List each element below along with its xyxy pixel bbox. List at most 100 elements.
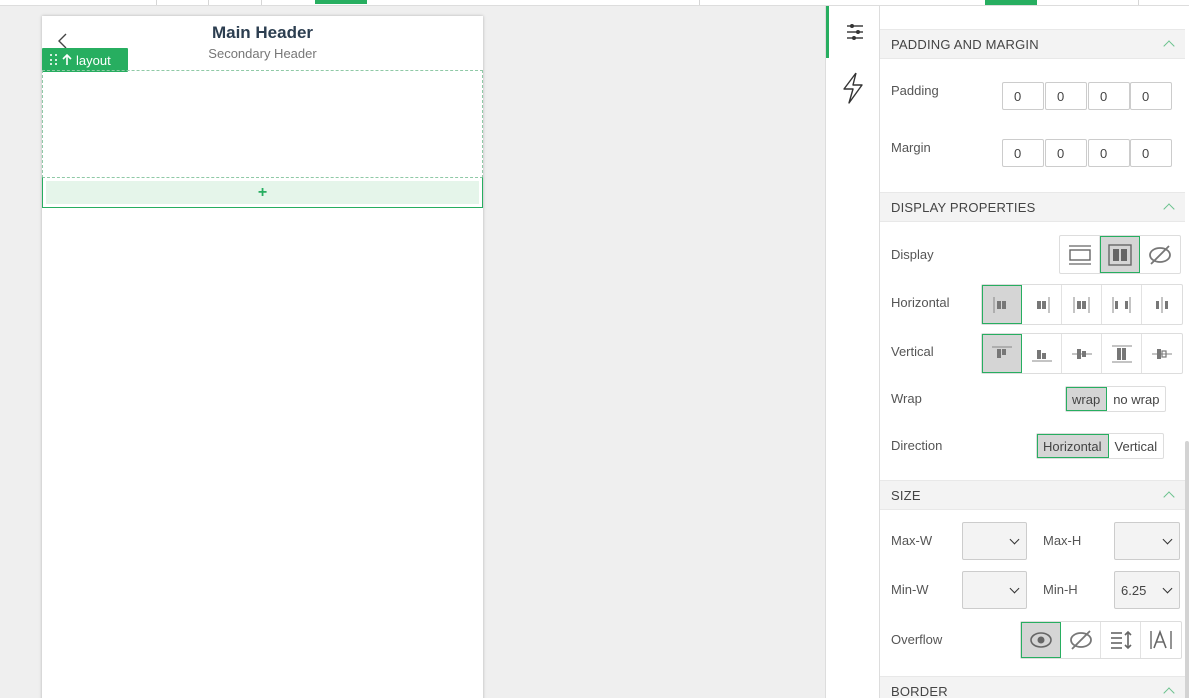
justify-between-icon (1112, 296, 1130, 313)
panel-scrollbar[interactable] (1185, 441, 1189, 698)
no-wrap-option[interactable]: no wrap (1107, 387, 1165, 411)
min-h-select[interactable]: 6.25 (1114, 571, 1180, 609)
properties-rail (825, 6, 880, 698)
direction-vertical-option[interactable]: Vertical (1109, 434, 1164, 458)
display-hidden-option[interactable] (1140, 236, 1180, 273)
layout-selection-tag[interactable]: layout (42, 48, 128, 72)
toolbar-divider (156, 0, 157, 5)
chevron-up-icon[interactable] (1163, 203, 1175, 215)
horizontal-label: Horizontal (891, 295, 950, 310)
add-element-button[interactable]: + (46, 181, 479, 204)
sliders-icon (846, 24, 863, 40)
display-block-icon (1068, 244, 1091, 265)
align-center-icon (1071, 348, 1092, 359)
align-baseline-option[interactable] (1142, 334, 1182, 373)
drag-handle-icon[interactable] (50, 54, 58, 66)
justify-between-option[interactable] (1102, 285, 1142, 324)
scroll-vertical-icon (1110, 630, 1132, 650)
justify-start-option[interactable] (982, 285, 1022, 324)
align-top-icon (991, 346, 1012, 358)
lightning-icon (843, 72, 863, 104)
display-flex-option[interactable] (1100, 236, 1140, 273)
chevron-up-icon[interactable] (1163, 491, 1175, 503)
section-title: BORDER (891, 683, 948, 698)
overflow-hidden-option[interactable] (1061, 622, 1101, 658)
justify-start-icon (993, 296, 1006, 313)
toolbar-divider (1138, 0, 1139, 5)
overflow-label: Overflow (891, 632, 943, 647)
padding-right-input[interactable]: 0 (1045, 82, 1087, 110)
display-options (1059, 235, 1181, 274)
padding-bottom-input[interactable]: 0 (1088, 82, 1130, 110)
main-header: Main Header (211, 23, 314, 42)
wrap-label: Wrap (891, 391, 922, 406)
align-bottom-icon (1031, 349, 1052, 361)
active-tab-indicator[interactable] (315, 0, 367, 4)
section-display-properties-header[interactable]: DISPLAY PROPERTIES (880, 192, 1185, 222)
vertical-align-options (981, 333, 1183, 374)
max-w-label: Max-W (891, 533, 933, 548)
app-header: Main Header Secondary Header layout (42, 16, 483, 72)
max-h-select[interactable] (1114, 522, 1180, 560)
padding-label: Padding (891, 83, 939, 98)
arrow-up-icon[interactable] (62, 54, 72, 66)
align-center-option[interactable] (1062, 334, 1102, 373)
toolbar-divider (261, 0, 262, 5)
margin-left-input[interactable]: 0 (1130, 139, 1172, 167)
wrap-options: wrap no wrap (1065, 386, 1167, 412)
margin-label: Margin (891, 140, 931, 155)
layout-tag-label: layout (76, 52, 111, 68)
properties-panel: PADDING AND MARGIN Padding 0 0 0 0 Margi… (880, 6, 1189, 698)
align-baseline-icon (1152, 348, 1172, 359)
display-flex-icon (1107, 243, 1132, 266)
section-border-header[interactable]: BORDER (880, 676, 1185, 698)
align-start-option[interactable] (982, 334, 1022, 373)
margin-bottom-input[interactable]: 0 (1088, 139, 1130, 167)
display-block-option[interactable] (1060, 236, 1100, 273)
rail-tab-actions[interactable] (826, 62, 880, 114)
min-w-select[interactable] (962, 571, 1027, 609)
padding-top-input[interactable]: 0 (1002, 82, 1044, 110)
overflow-auto-option[interactable] (1141, 622, 1181, 658)
overflow-options (1020, 621, 1182, 659)
eye-slash-icon (1069, 630, 1092, 650)
margin-right-input[interactable]: 0 (1045, 139, 1087, 167)
eye-icon (1029, 632, 1052, 648)
section-title: PADDING AND MARGIN (891, 36, 1039, 52)
direction-options: Horizontal Vertical (1036, 433, 1165, 459)
toolbar-divider (208, 0, 209, 5)
eye-slash-icon (1149, 244, 1171, 265)
min-w-label: Min-W (891, 582, 929, 597)
align-stretch-icon (1111, 345, 1132, 362)
margin-top-input[interactable]: 0 (1002, 139, 1044, 167)
direction-horizontal-option[interactable]: Horizontal (1037, 434, 1109, 458)
justify-end-option[interactable] (1022, 285, 1062, 324)
chevron-down-icon (1162, 583, 1173, 594)
justify-around-option[interactable] (1142, 285, 1182, 324)
chevron-up-icon[interactable] (1163, 687, 1175, 698)
display-label: Display (891, 247, 934, 262)
rail-tab-properties[interactable] (826, 6, 880, 58)
section-title: SIZE (891, 487, 921, 503)
wrap-option[interactable]: wrap (1066, 387, 1108, 411)
overflow-visible-option[interactable] (1021, 622, 1061, 658)
section-size-header[interactable]: SIZE (880, 480, 1185, 510)
justify-around-icon (1156, 296, 1168, 313)
layout-container[interactable] (42, 70, 483, 178)
chevron-down-icon (1009, 583, 1020, 594)
align-end-option[interactable] (1022, 334, 1062, 373)
justify-end-icon (1036, 296, 1049, 313)
chevron-up-icon[interactable] (1163, 40, 1175, 52)
padding-left-input[interactable]: 0 (1130, 82, 1172, 110)
justify-center-icon (1073, 296, 1089, 313)
add-element-row[interactable]: + (42, 177, 483, 208)
align-stretch-option[interactable] (1102, 334, 1142, 373)
section-padding-margin-header[interactable]: PADDING AND MARGIN (880, 29, 1185, 59)
justify-center-option[interactable] (1062, 285, 1102, 324)
active-panel-tab-indicator[interactable] (985, 0, 1037, 5)
toolbar-divider (699, 0, 700, 5)
vertical-label: Vertical (891, 344, 934, 359)
overflow-scroll-option[interactable] (1101, 622, 1141, 658)
max-w-select[interactable] (962, 522, 1027, 560)
text-cursor-icon (1150, 630, 1172, 649)
